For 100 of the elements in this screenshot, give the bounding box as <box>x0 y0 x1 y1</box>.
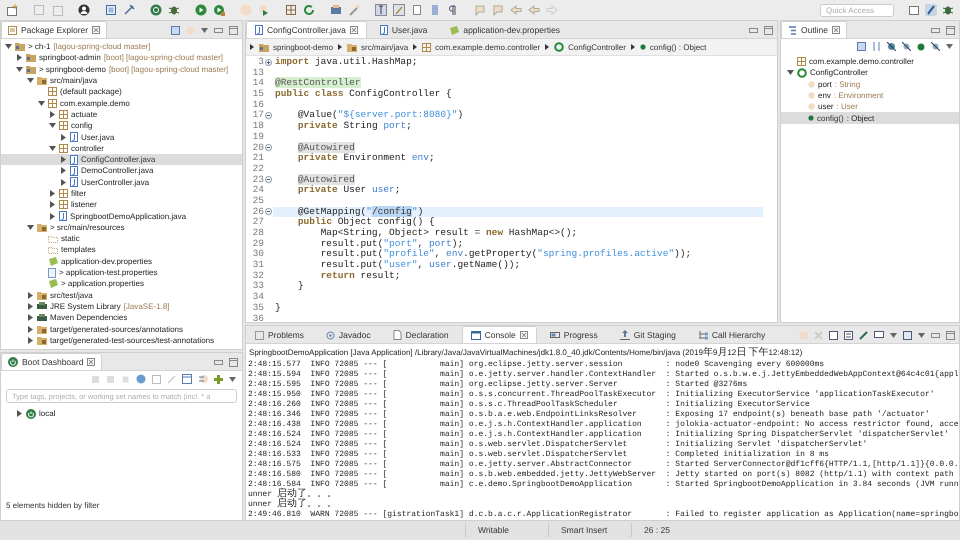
person-icon[interactable] <box>78 4 90 16</box>
fold-plus-icon[interactable] <box>265 58 272 66</box>
minimize-icon[interactable] <box>214 360 223 364</box>
hide-fields-icon[interactable] <box>887 42 896 51</box>
refresh-icon[interactable] <box>303 4 315 16</box>
tree-item[interactable]: DemoController.java <box>1 165 242 177</box>
disclosure-triangle-icon[interactable] <box>49 144 56 152</box>
disclosure-triangle-icon[interactable] <box>5 43 12 50</box>
minimize-icon[interactable] <box>749 28 758 32</box>
fold-minus-icon[interactable] <box>265 144 272 152</box>
close-icon[interactable] <box>350 26 358 34</box>
maximize-icon[interactable] <box>229 358 238 366</box>
outline-item[interactable]: port : String <box>781 78 959 90</box>
tree-item[interactable]: UserController.java <box>1 176 242 188</box>
disclosure-triangle-icon[interactable] <box>27 224 34 231</box>
tree-item[interactable]: controller <box>1 142 242 154</box>
tree-item[interactable]: listener <box>1 199 242 210</box>
hide-static-icon[interactable] <box>902 42 911 51</box>
tree-item[interactable]: JRE System Library [JavaSE-1.8] <box>1 300 242 312</box>
perspective-icon[interactable] <box>908 4 920 16</box>
collapse-all-icon[interactable] <box>171 26 180 34</box>
fold-minus-icon[interactable] <box>265 208 272 216</box>
view-tab[interactable]: Progress <box>540 326 607 343</box>
disclosure-triangle-icon[interactable] <box>49 122 56 130</box>
outline-item[interactable]: user : User <box>781 101 959 112</box>
disclosure-triangle-icon[interactable] <box>27 302 34 310</box>
breadcrumb-item[interactable]: springboot-demo <box>259 42 334 52</box>
plus-icon[interactable] <box>214 374 223 384</box>
disclosure-triangle-icon[interactable] <box>27 326 34 333</box>
highlight-icon[interactable] <box>375 4 387 16</box>
tree-item[interactable]: > springboot-demo [boot] [lagou-spring-cloud master] <box>1 64 242 75</box>
run-icon[interactable] <box>195 4 207 16</box>
run-tool-icon[interactable] <box>213 4 225 16</box>
tree-item[interactable]: static <box>1 233 242 244</box>
filter-icon[interactable] <box>198 374 208 384</box>
editor-tab[interactable]: User.java <box>370 21 436 38</box>
view-tab[interactable]: Javadoc <box>316 326 380 343</box>
pin-icon[interactable] <box>859 330 868 340</box>
java-perspective-icon[interactable] <box>925 4 937 16</box>
disclosure-triangle-icon[interactable] <box>27 336 34 344</box>
view-tab[interactable]: Git Staging <box>610 326 685 343</box>
editor-tab[interactable]: ConfigController.java <box>246 21 367 38</box>
tree-item[interactable]: filter <box>1 188 242 200</box>
pencil-icon[interactable] <box>393 4 405 16</box>
dropdown-arrow-icon[interactable] <box>201 28 208 32</box>
pin-icon[interactable] <box>123 4 135 16</box>
tree-item[interactable]: templates <box>1 244 242 256</box>
display-icon[interactable] <box>874 330 884 340</box>
tree-item[interactable]: com.example.demo <box>1 97 242 109</box>
outline-item[interactable]: ConfigController <box>781 67 959 79</box>
disclosure-triangle-icon[interactable] <box>27 314 34 322</box>
view-tab[interactable]: Boot Dashboard <box>1 353 102 370</box>
page-icon[interactable] <box>411 4 423 16</box>
breadcrumb-item[interactable]: config() : Object <box>640 42 706 52</box>
grid-icon[interactable] <box>285 4 297 16</box>
editor-tab[interactable]: application-dev.properties <box>440 21 570 38</box>
tree-item[interactable]: config <box>1 120 242 132</box>
disclosure-triangle-icon[interactable] <box>60 178 67 186</box>
hide-nonpublic-icon[interactable] <box>931 42 940 51</box>
tree-item[interactable]: target/generated-test-sources/test-annotations <box>1 334 242 346</box>
filled-circle-icon[interactable] <box>917 42 925 50</box>
disclosure-triangle-icon[interactable] <box>49 212 56 220</box>
minimize-icon[interactable] <box>214 28 223 32</box>
disclosure-triangle-icon[interactable] <box>60 134 67 141</box>
dropdown-arrow-icon[interactable] <box>890 332 897 338</box>
tree-item[interactable]: src/main/java <box>1 74 242 86</box>
view-tab[interactable]: Console <box>462 326 537 343</box>
tree-item[interactable]: Maven Dependencies <box>1 312 242 324</box>
close-icon[interactable] <box>832 26 840 34</box>
dropdown-arrow-icon[interactable] <box>918 332 925 338</box>
maximize-icon[interactable] <box>946 330 955 340</box>
bug-perspective-icon[interactable] <box>942 4 954 16</box>
dropdown-arrow-icon[interactable] <box>229 376 236 382</box>
minimize-icon[interactable] <box>931 332 940 338</box>
scroll-lock-icon[interactable] <box>844 330 853 340</box>
play-icon[interactable] <box>258 4 270 16</box>
breadcrumb-item[interactable]: src/main/java <box>347 42 408 52</box>
close-icon[interactable] <box>92 26 100 34</box>
fold-minus-icon[interactable] <box>265 112 272 120</box>
tree-item[interactable]: > ch-1 [lagou-spring-cloud master] <box>1 41 242 52</box>
disclosure-triangle-icon[interactable] <box>27 77 34 84</box>
tree-item[interactable]: actuate <box>1 108 242 120</box>
disclosure-triangle-icon[interactable] <box>49 110 56 118</box>
fold-minus-icon[interactable] <box>265 176 272 184</box>
tree-item[interactable]: application-dev.properties <box>1 256 242 267</box>
close-icon[interactable] <box>87 358 96 366</box>
tree-item[interactable]: local <box>1 408 242 420</box>
disclosure-triangle-icon[interactable] <box>16 66 23 73</box>
maximize-icon[interactable] <box>229 26 238 34</box>
view-tab[interactable]: Call Hierarchy <box>688 326 774 343</box>
disclosure-triangle-icon[interactable] <box>787 69 794 76</box>
disclosure-triangle-icon[interactable] <box>38 100 45 107</box>
collapse-all-icon[interactable] <box>857 42 866 51</box>
disclosure-triangle-icon[interactable] <box>49 201 56 208</box>
minimize-icon[interactable] <box>931 28 940 32</box>
outline-item[interactable]: env : Environment <box>781 90 959 102</box>
globe-icon[interactable] <box>136 374 146 384</box>
tree-item[interactable]: > src/main/resources <box>1 222 242 234</box>
disclosure-triangle-icon[interactable] <box>16 54 23 62</box>
outline-item[interactable]: com.example.demo.controller <box>781 56 959 68</box>
